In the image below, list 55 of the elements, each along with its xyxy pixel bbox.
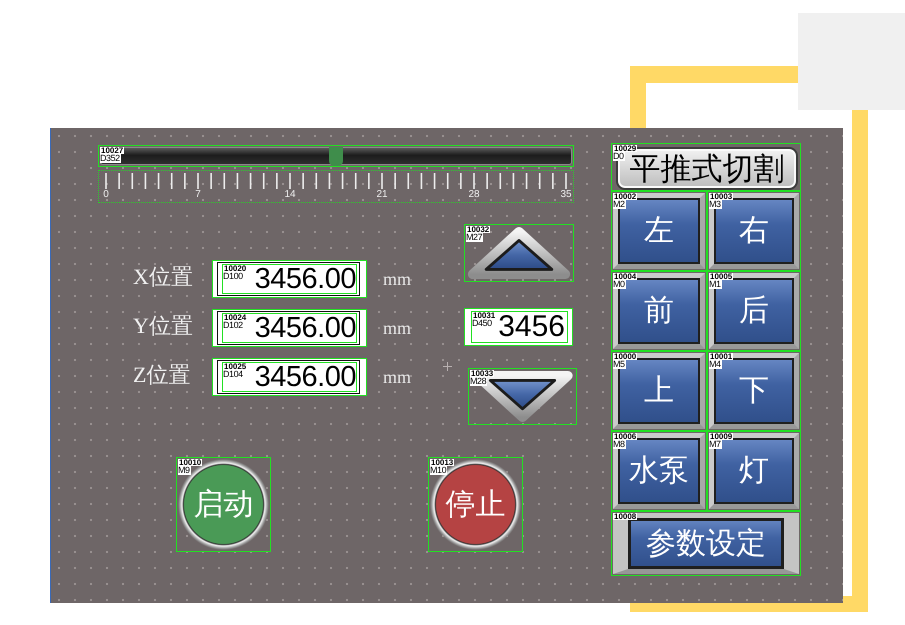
object-id-tag: 10003 (709, 193, 734, 200)
axis-label: Y位置 (133, 313, 193, 338)
object-id-tag: 10032 (466, 226, 490, 233)
object-id-tag: 10033 (470, 370, 494, 377)
object-id-tag: 10004 (613, 273, 638, 280)
object-id-tag: 10013 (430, 459, 454, 466)
scale-label: 21 (375, 190, 389, 200)
address-tag: M4 (709, 360, 722, 369)
object-id-tag: 10024 (223, 314, 248, 321)
object-id-tag: 10027 (100, 147, 124, 154)
axis-label: Z位置 (133, 362, 190, 387)
address-tag: M27 (466, 233, 484, 242)
address-tag: M1 (709, 280, 722, 289)
address-tag: D102 (223, 321, 244, 330)
object-id-tag: 10002 (613, 193, 638, 200)
address-tag: D352 (100, 154, 121, 163)
numeric-value: 3456.00 (254, 362, 356, 392)
object-id-tag: 10020 (223, 265, 248, 272)
unit-label: mm (383, 319, 412, 337)
address-tag: M0 (613, 280, 626, 289)
numeric-value: 3456.00 (254, 264, 356, 294)
numeric-value: 3456 (498, 312, 566, 342)
address-tag: M28 (470, 377, 488, 386)
slider-thumb[interactable] (329, 147, 343, 166)
address-tag: M10 (430, 466, 448, 475)
scale-label: 35 (559, 190, 573, 200)
object-id-tag: 10029 (613, 145, 638, 152)
object-id-tag: 10008 (613, 513, 638, 520)
scale-label: 14 (283, 190, 297, 200)
scale-label: 0 (102, 190, 110, 200)
object-id-tag: 10031 (472, 312, 496, 319)
object-id-tag: 10005 (709, 273, 734, 280)
address-tag: D104 (223, 370, 244, 379)
address-tag: D0 (613, 152, 625, 161)
address-tag: M9 (178, 466, 191, 475)
address-tag: M8 (613, 440, 626, 449)
address-tag: D100 (223, 272, 244, 281)
object-id-tag: 10010 (178, 459, 202, 466)
address-tag: M7 (709, 440, 722, 449)
object-id-tag: 10000 (613, 353, 638, 360)
numeric-value: 3456.00 (254, 314, 356, 342)
unit-label: mm (383, 270, 412, 288)
address-tag: D450 (472, 319, 493, 328)
object-id-tag: 10025 (223, 363, 248, 370)
scale-label: 7 (194, 190, 202, 200)
address-tag: M2 (613, 200, 626, 209)
object-id-tag: 10006 (613, 433, 638, 440)
crosshair-icon (443, 362, 452, 371)
axis-label: X位置 (133, 264, 193, 289)
unit-label: mm (383, 368, 412, 386)
address-tag: M3 (709, 200, 722, 209)
address-tag: M5 (613, 360, 626, 369)
object-id-tag: 10009 (709, 433, 734, 440)
scale-label: 28 (467, 190, 481, 200)
object-id-tag: 10001 (709, 353, 734, 360)
